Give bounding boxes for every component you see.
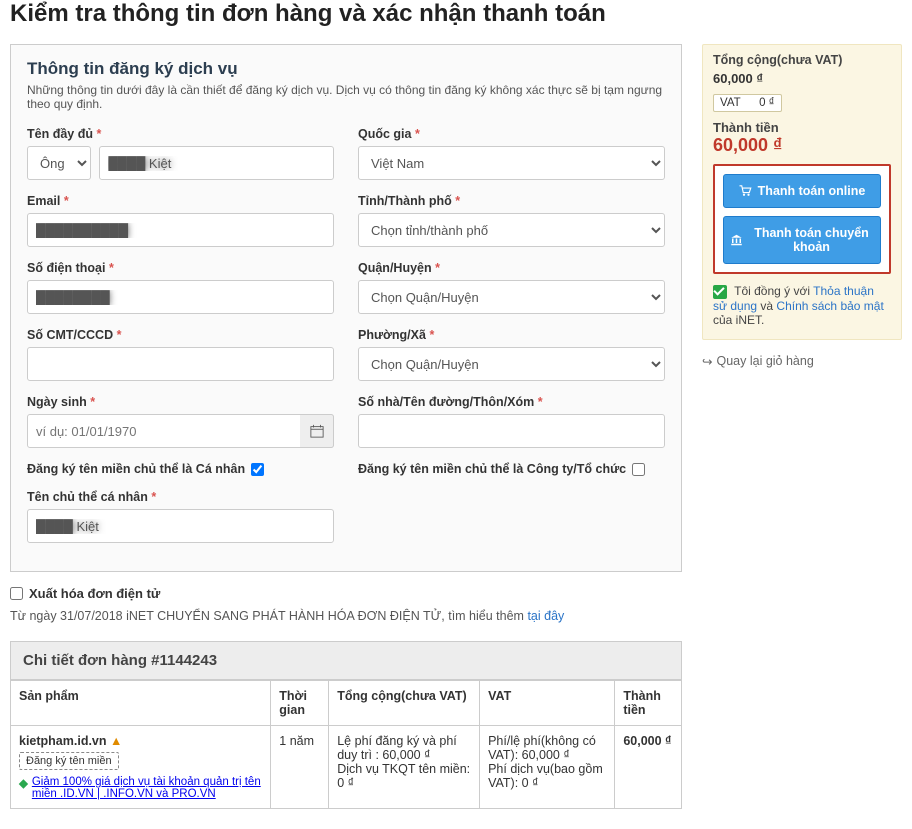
cell-vat: Phí/lệ phí(không có VAT): 60,000 ₫ Phí d… <box>480 726 615 809</box>
page-title: Kiểm tra thông tin đơn hàng và xác nhận … <box>10 0 902 28</box>
ward-label: Phường/Xã * <box>358 328 665 342</box>
idnum-label: Số CMT/CCCD * <box>27 328 334 342</box>
cell-subtotal: Lệ phí đăng ký và phí duy trì : 60,000 ₫… <box>329 726 480 809</box>
summary-box: Tổng cộng(chưa VAT) 60,000 ₫ VAT 0 ₫ Thà… <box>702 44 902 340</box>
sum-subtotal-label: Tổng cộng(chưa VAT) <box>713 53 842 67</box>
cell-total: 60,000 ₫ <box>615 726 682 809</box>
province-select[interactable]: Chọn tỉnh/thành phố <box>358 213 665 247</box>
phone-label: Số điện thoại * <box>27 261 334 275</box>
sum-subtotal-value: 60,000 ₫ <box>713 71 891 86</box>
register-domain-button[interactable]: Đăng ký tên miền <box>19 752 119 770</box>
panel-title: Thông tin đăng ký dịch vụ <box>27 59 665 79</box>
email-input[interactable] <box>27 213 334 247</box>
personal-reg-label: Đăng ký tên miền chủ thể là Cá nhân <box>27 462 245 476</box>
promo-tag-icon: ◆ <box>19 776 28 790</box>
einvoice-checkbox[interactable] <box>10 587 23 600</box>
dob-input[interactable] <box>27 414 334 448</box>
calendar-icon[interactable] <box>300 414 334 448</box>
district-label: Quận/Huyện * <box>358 261 665 275</box>
table-row: kietpham.id.vn ▲ Đăng ký tên miền ◆ Giảm… <box>11 726 682 809</box>
back-to-cart-link[interactable]: ↪ Quay lại giỏ hàng <box>702 354 902 369</box>
th-total: Thành tiền <box>615 681 682 726</box>
address-input[interactable] <box>358 414 665 448</box>
promo-link[interactable]: Giảm 100% giá dịch vụ tài khoản quản trị… <box>32 776 262 800</box>
email-label: Email * <box>27 194 334 208</box>
phone-input[interactable] <box>27 280 334 314</box>
sum-total-label: Thành tiền <box>713 120 891 135</box>
th-subtotal: Tổng cộng(chưa VAT) <box>329 681 480 726</box>
bank-icon <box>730 234 743 246</box>
einvoice-note: Từ ngày 31/07/2018 iNET CHUYỂN SANG PHÁT… <box>10 609 682 623</box>
agree-check-icon <box>713 285 727 299</box>
pay-online-button[interactable]: Thanh toán online <box>723 174 881 208</box>
cell-period: 1 năm <box>271 726 329 809</box>
order-detail-title: Chi tiết đơn hàng #1144243 <box>10 641 682 680</box>
einvoice-note-link[interactable]: tại đây <box>527 609 564 623</box>
ward-select[interactable]: Chọn Quận/Huyện <box>358 347 665 381</box>
owner-input[interactable] <box>27 509 334 543</box>
company-reg-checkbox[interactable] <box>632 463 645 476</box>
sum-total-value: 60,000 ₫ <box>713 135 891 156</box>
agree-text: Tôi đồng ý với Thỏa thuận sử dụng và Chí… <box>713 284 891 327</box>
dob-label: Ngày sinh * <box>27 395 334 409</box>
back-arrow-icon: ↪ <box>702 354 712 369</box>
personal-reg-checkbox[interactable] <box>251 463 264 476</box>
vat-pill: VAT 0 ₫ <box>713 94 782 112</box>
fullname-label: Tên đầy đủ * <box>27 127 334 141</box>
province-label: Tỉnh/Thành phố * <box>358 194 665 208</box>
th-vat: VAT <box>480 681 615 726</box>
warning-icon: ▲ <box>110 734 122 748</box>
address-label: Số nhà/Tên đường/Thôn/Xóm * <box>358 395 665 409</box>
idnum-input[interactable] <box>27 347 334 381</box>
pay-transfer-button[interactable]: Thanh toán chuyển khoản <box>723 216 881 264</box>
company-reg-label: Đăng ký tên miền chủ thể là Công ty/Tổ c… <box>358 462 626 476</box>
fullname-input[interactable] <box>99 146 334 180</box>
panel-subtitle: Những thông tin dưới đây là cần thiết để… <box>27 83 665 111</box>
product-name: kietpham.id.vn <box>19 734 107 748</box>
owner-label: Tên chủ thể cá nhân * <box>27 490 334 504</box>
district-select[interactable]: Chọn Quận/Huyện <box>358 280 665 314</box>
salutation-select[interactable]: Ông <box>27 146 91 180</box>
cart-icon <box>739 185 752 197</box>
th-product: Sản phẩm <box>11 681 271 726</box>
order-detail-table: Sản phẩm Thời gian Tổng cộng(chưa VAT) V… <box>10 680 682 809</box>
privacy-link[interactable]: Chính sách bảo mật <box>776 299 883 313</box>
country-select[interactable]: Việt Nam <box>358 146 665 180</box>
country-label: Quốc gia * <box>358 127 665 141</box>
th-period: Thời gian <box>271 681 329 726</box>
einvoice-label: Xuất hóa đơn điện tử <box>29 586 160 601</box>
registration-panel: Thông tin đăng ký dịch vụ Những thông ti… <box>10 44 682 572</box>
payment-buttons-box: Thanh toán online Thanh toán chuyển khoả… <box>713 164 891 274</box>
